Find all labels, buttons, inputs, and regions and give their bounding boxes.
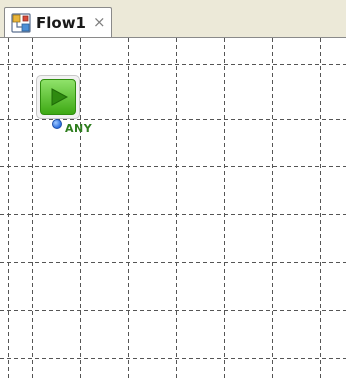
flow-diagram-icon [11, 13, 31, 33]
output-port[interactable] [52, 119, 62, 129]
tab-title: Flow1 [36, 14, 86, 32]
flow-canvas[interactable]: ANY [0, 37, 346, 378]
editor-tab-bar: Flow1 × [0, 0, 346, 37]
port-label: ANY [65, 122, 93, 135]
play-icon [51, 88, 68, 106]
start-node-body [40, 79, 76, 115]
start-node[interactable] [36, 75, 80, 119]
tab-flow1[interactable]: Flow1 × [4, 7, 112, 37]
close-icon[interactable]: × [93, 12, 106, 32]
